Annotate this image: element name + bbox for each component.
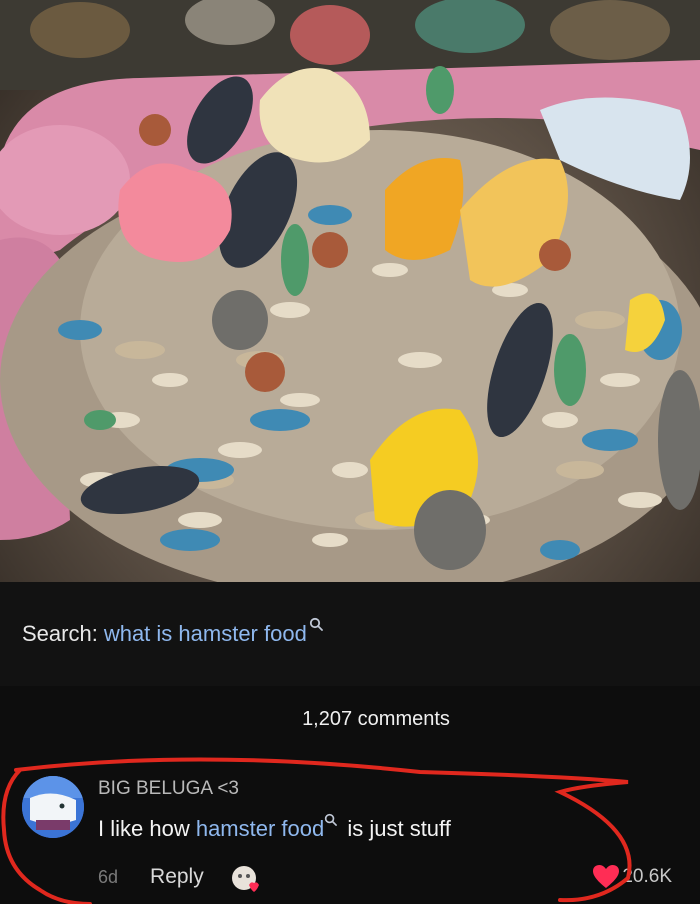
reply-button[interactable]: Reply (150, 865, 204, 889)
heart-icon (593, 865, 620, 888)
comment-meta: 6d Reply (98, 862, 260, 892)
like-button[interactable]: 20.6K (592, 864, 672, 890)
comment-text: I like how hamster food is just stuff (98, 813, 451, 842)
comment-text-after: is just stuff (341, 816, 451, 841)
search-prefix-label: Search: (22, 621, 98, 646)
comment-username[interactable]: BIG BELUGA <3 (98, 778, 239, 800)
comments-count: 1,207 comments (302, 708, 450, 730)
search-suggestion-bar[interactable]: Search: what is hamster food (0, 582, 700, 686)
comments-panel: 1,207 comments BIG BELUGA <3 I like how … (0, 686, 700, 904)
video-frame[interactable] (0, 0, 700, 582)
like-count: 20.6K (622, 866, 672, 887)
comment-item: BIG BELUGA <3 I like how hamster food is… (0, 770, 700, 904)
comment-keyword-link[interactable]: hamster food (196, 816, 324, 841)
search-icon (309, 617, 323, 631)
seed-mix-photo (0, 0, 700, 582)
comment-text-before: I like how (98, 816, 196, 841)
creator-liked-icon (231, 866, 259, 892)
search-query-link[interactable]: what is hamster food (104, 621, 307, 647)
comment-timestamp: 6d (98, 866, 119, 887)
avatar[interactable] (22, 776, 84, 838)
search-icon (325, 813, 338, 826)
